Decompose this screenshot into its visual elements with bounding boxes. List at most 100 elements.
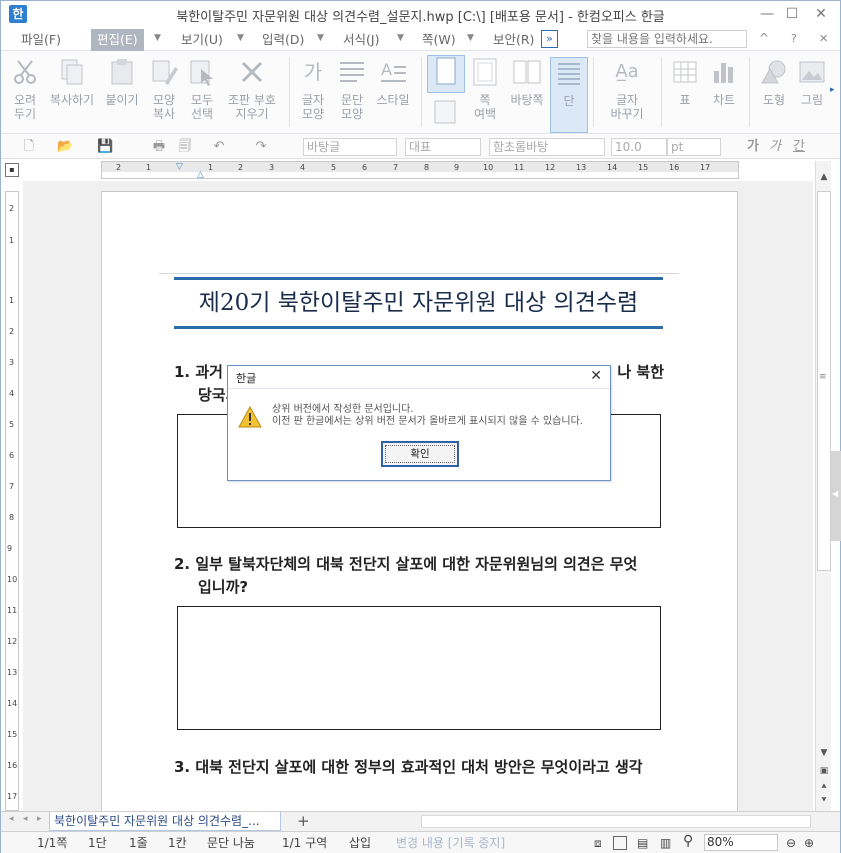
font-size-unit[interactable]: pt (667, 138, 721, 156)
help-icon[interactable]: ? (791, 32, 797, 45)
select-all-button[interactable]: 모두 선택 (185, 57, 219, 121)
document-title: 제20기 북한이탈주민 자문위원 대상 의견수렴 (174, 277, 663, 329)
open-folder-icon[interactable]: 📂 (57, 139, 73, 155)
menu-insert-dropdown-icon[interactable]: ▼ (317, 33, 324, 43)
vertical-ruler[interactable]: 2 1 1 2 3 4 5 6 7 8 9 10 11 12 13 14 15 … (5, 191, 19, 811)
page-portrait-button[interactable] (431, 99, 461, 125)
scroll-grip-icon: ≡ (819, 372, 827, 382)
menu-edit-dropdown-icon[interactable]: ▼ (154, 33, 161, 43)
side-panel-toggle[interactable]: ◀ (831, 451, 841, 541)
paste-icon (107, 57, 137, 87)
copy-icon (57, 57, 87, 87)
bold-button[interactable]: 가 (745, 139, 761, 155)
app-window: 한 북한이탈주민 자문위원 대상 의견수렴_설문지.hwp [C:\] [배포용… (0, 0, 841, 853)
left-margin-marker-icon[interactable]: △ (197, 170, 204, 180)
zoom-combo[interactable]: 80% (704, 834, 778, 851)
status-section[interactable]: 1/1 구역 (282, 835, 327, 851)
side-panel-arrow-icon: ◀ (832, 489, 839, 498)
menu-page[interactable]: 쪽(W) (422, 31, 456, 49)
scroll-up-icon[interactable]: ▲ (816, 169, 832, 185)
cut-button[interactable]: 오려 두기 (7, 57, 43, 121)
add-tab-button[interactable]: + (297, 812, 310, 830)
tab-scroll-right-icon[interactable]: ▸ (37, 814, 42, 824)
page-view-icon[interactable]: ▣ (816, 763, 832, 779)
ok-button[interactable]: 확인 (381, 441, 459, 467)
ruler-corner-icon[interactable]: ▪ (5, 163, 19, 177)
minimize-button[interactable]: — (753, 3, 781, 25)
more-menu-button[interactable]: » (541, 30, 558, 48)
menu-bar: 파일(F) 편집(E) ▼ 보기(U) ▼ 입력(D) ▼ 서식(J) ▼ 쪽(… (1, 28, 840, 51)
vertical-scrollbar[interactable]: ▲ ≡ ▼ ▣ ⯅ ⯆ (815, 161, 831, 811)
menu-security[interactable]: 보안(R) (493, 31, 534, 49)
tab-scroll-left-icon[interactable]: ◂ (9, 814, 14, 824)
menu-file[interactable]: 파일(F) (21, 31, 61, 49)
zoom-icon[interactable]: ⚲ (683, 833, 693, 849)
table-button[interactable]: 표 (669, 57, 701, 107)
para-shape-button[interactable]: 문단 모양 (335, 57, 369, 121)
view-normal-icon[interactable]: ⧈ (594, 835, 602, 851)
scroll-down-icon[interactable]: ▼ (816, 745, 832, 761)
status-track-changes[interactable]: 변경 내용 [기록 중지] (396, 835, 505, 851)
style-button[interactable]: A 스타일 (373, 57, 413, 107)
format-painter-icon (149, 57, 179, 87)
view-page-icon[interactable] (613, 836, 627, 850)
doc-close-icon[interactable]: ✕ (819, 32, 828, 45)
columns-button[interactable]: 단 (550, 57, 588, 133)
page-setup-icon (431, 56, 461, 86)
menu-page-dropdown-icon[interactable]: ▼ (467, 33, 474, 43)
maximize-button[interactable]: ☐ (778, 3, 806, 25)
answer-box-2[interactable] (177, 606, 661, 730)
scissors-icon (10, 57, 40, 87)
replace-char-button[interactable]: A̲a 글자 바꾸기 (601, 57, 653, 121)
status-paragraph: 문단 나눔 (207, 836, 255, 850)
shape-button[interactable]: 도형 (755, 57, 793, 107)
dialog-close-button[interactable]: ✕ (590, 368, 602, 384)
print-icon[interactable]: 🖶 (151, 139, 167, 155)
italic-button[interactable]: 가 (767, 139, 783, 155)
format-toolbar: 🗋 📂 💾 🖶 🗐 ↶ ↷ 바탕글 대표 함초롬바탕 10.0 pt 가 가 간 (1, 135, 840, 159)
save-icon[interactable]: 💾 (97, 139, 113, 155)
menu-format-dropdown-icon[interactable]: ▼ (397, 33, 404, 43)
menu-insert[interactable]: 입력(D) (262, 31, 304, 49)
horizontal-ruler[interactable]: 2 1 1 2 3 4 5 6 7 8 9 10 11 12 13 14 15 … (101, 161, 739, 180)
underline-button[interactable]: 간 (791, 139, 807, 155)
scroll-thumb[interactable]: ≡ (817, 191, 831, 571)
zoom-out-icon[interactable]: ⊖ (786, 835, 796, 851)
undo-icon[interactable]: ↶ (211, 139, 227, 155)
page-setup-button[interactable] (427, 55, 465, 93)
menu-view[interactable]: 보기(U) (181, 31, 223, 49)
status-insert-mode[interactable]: 삽입 (349, 835, 371, 851)
status-page[interactable]: 1/1쪽 (37, 835, 67, 851)
close-button[interactable]: ✕ (807, 3, 835, 25)
page-margin-button[interactable]: 쪽 여백 (467, 57, 503, 121)
menu-edit[interactable]: 편집(E) (91, 29, 144, 51)
ribbon-collapse-icon[interactable]: ^ (759, 31, 769, 45)
horizontal-scrollbar[interactable] (421, 815, 811, 828)
clear-codes-button[interactable]: 조판 부호 지우기 (223, 57, 281, 121)
indent-marker-icon[interactable]: ▽ (176, 162, 183, 172)
style-combo[interactable]: 바탕글 (303, 138, 397, 156)
font-size-combo[interactable]: 10.0 (611, 138, 667, 156)
preview-icon[interactable]: 🗐 (177, 139, 193, 155)
master-page-button[interactable]: 바탕쪽 (507, 57, 547, 107)
ribbon-more-icon[interactable]: ▸ (830, 85, 835, 95)
next-page-icon[interactable]: ⯆ (816, 793, 832, 809)
new-document-icon[interactable]: 🗋 (21, 139, 37, 155)
font-combo[interactable]: 함초롬바탕 (489, 138, 605, 156)
zoom-in-icon[interactable]: ⊕ (804, 835, 814, 851)
char-shape-button[interactable]: 가 글자 모양 (295, 57, 331, 121)
paste-button[interactable]: 붙이기 (101, 57, 143, 107)
chart-button[interactable]: 차트 (707, 57, 741, 107)
tab-current-document[interactable]: 북한이탈주민 자문위원 대상 의견수렴_... (49, 812, 281, 831)
format-painter-button[interactable]: 모양 복사 (147, 57, 181, 121)
view-outline-icon[interactable]: ▥ (660, 835, 671, 851)
menu-format[interactable]: 서식(J) (343, 31, 379, 49)
copy-button[interactable]: 복사하기 (47, 57, 97, 107)
menu-view-dropdown-icon[interactable]: ▼ (237, 33, 244, 43)
view-draft-icon[interactable]: ▤ (637, 835, 648, 851)
tab-scroll-left2-icon[interactable]: ◂ (23, 814, 28, 824)
search-input[interactable] (587, 30, 747, 48)
language-combo[interactable]: 대표 (405, 138, 481, 156)
picture-button[interactable]: 그림 (795, 57, 829, 107)
redo-icon[interactable]: ↷ (253, 139, 269, 155)
